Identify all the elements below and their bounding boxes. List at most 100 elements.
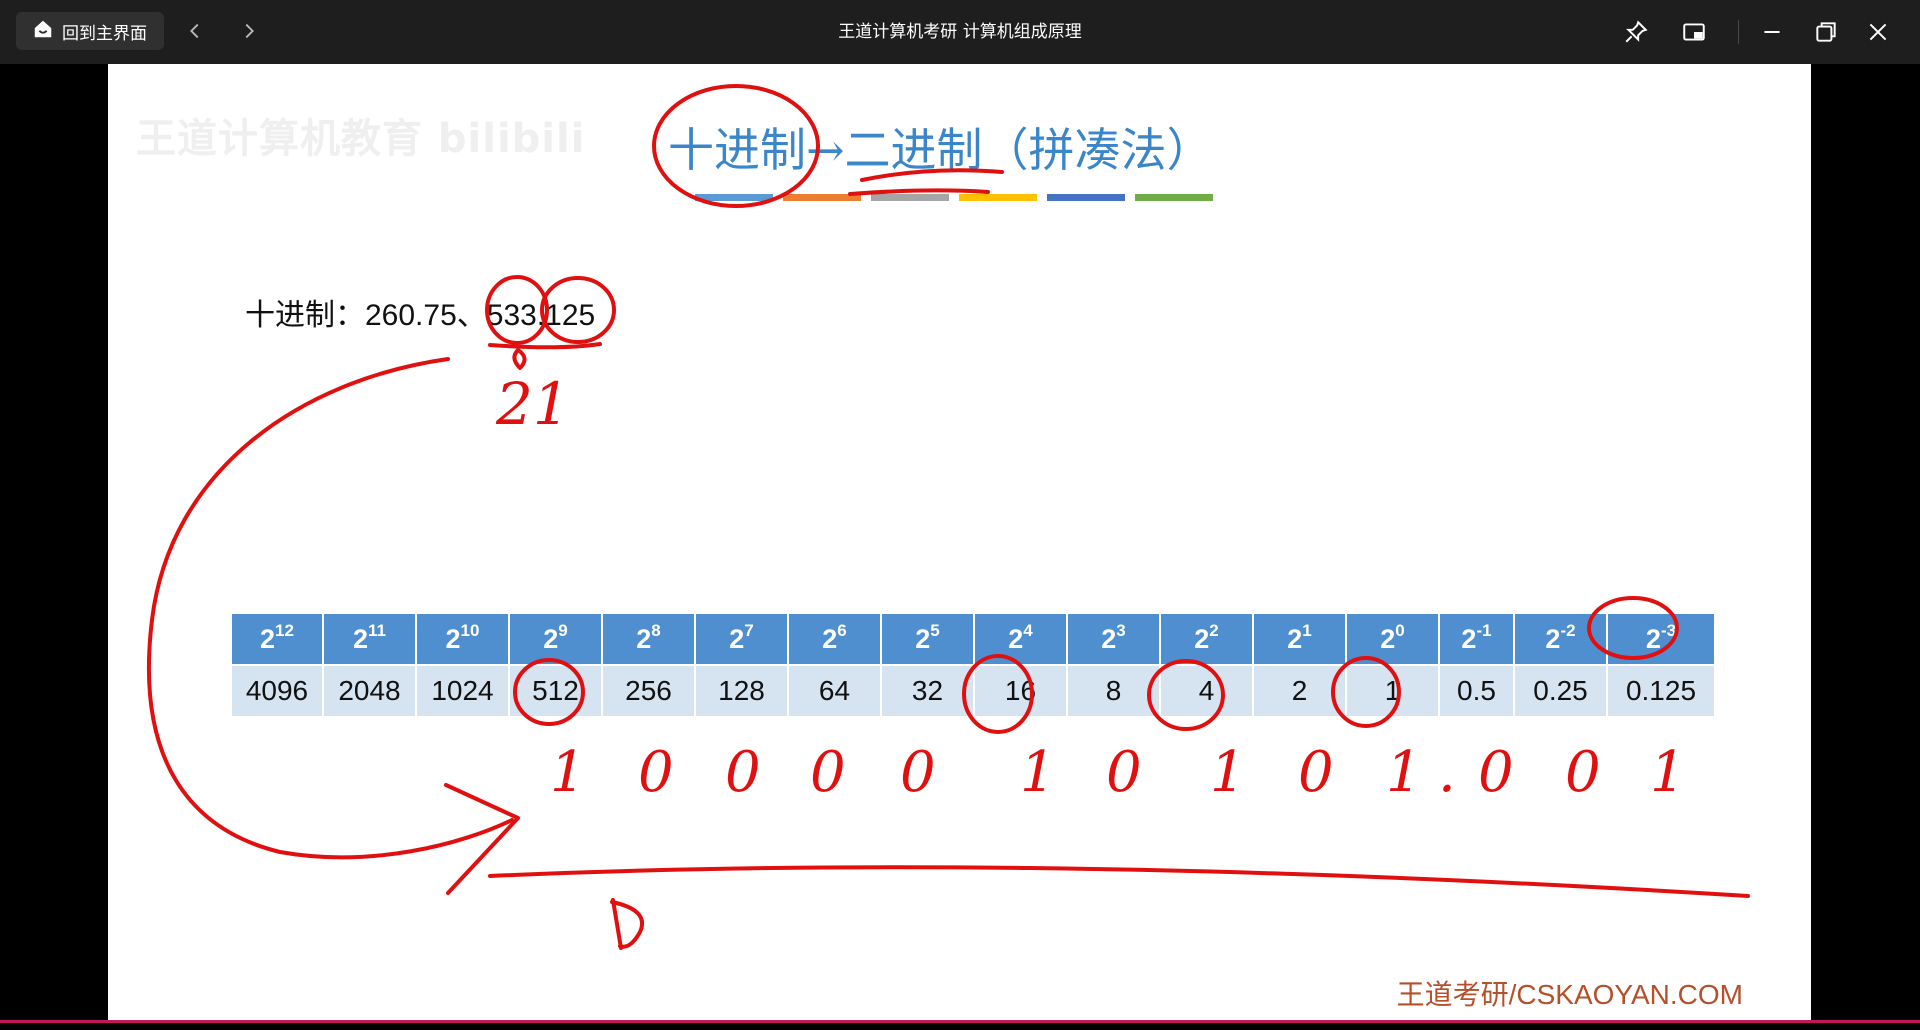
power-base: 2 — [1545, 624, 1561, 654]
restore-button[interactable] — [1808, 14, 1844, 50]
power-exponent: -3 — [1660, 621, 1677, 640]
power-value-cell: 0.5 — [1439, 665, 1515, 718]
power-exponent: 10 — [460, 621, 480, 640]
binary-digit: 1 — [550, 740, 586, 805]
back-button[interactable] — [180, 16, 210, 46]
power-value-cell: 0.125 — [1607, 665, 1716, 718]
power-header-cell: 22 — [1160, 614, 1254, 666]
watermark: 王道计算机教育 bilibili — [136, 116, 586, 162]
title-color-bar — [695, 194, 773, 201]
power-base: 2 — [1194, 624, 1210, 654]
picture-in-picture-icon — [1683, 23, 1705, 41]
power-header-cell: 2-3 — [1607, 614, 1716, 666]
pin-icon — [1625, 20, 1648, 43]
power-exponent: -1 — [1476, 621, 1492, 640]
power-header-cell: 24 — [974, 614, 1068, 666]
power-exponent: 12 — [275, 621, 294, 640]
power-exponent: 11 — [368, 621, 386, 640]
brand-text: 王道考研/CSKAOYAN.COM — [1396, 979, 1743, 1010]
pin-button[interactable] — [1618, 14, 1654, 50]
power-exponent: 1 — [1302, 621, 1312, 640]
binary-digit: 0 — [900, 740, 936, 805]
power-value-cell: 64 — [788, 665, 882, 718]
power-header-cell: 25 — [881, 614, 975, 666]
power-header-cell: 21 — [1253, 614, 1347, 666]
power-exponent: 3 — [1116, 621, 1126, 640]
forward-button[interactable] — [234, 16, 264, 46]
power-exponent: 2 — [1209, 621, 1219, 640]
power-base: 2 — [636, 624, 652, 654]
home-button[interactable]: 回到主界面 — [16, 12, 164, 50]
power-exponent: 7 — [744, 621, 754, 640]
title-color-bar — [959, 194, 1037, 201]
power-exponent: 5 — [930, 621, 940, 640]
power-header-cell: 210 — [416, 614, 510, 666]
decimal-example: 十进制：260.75、533.125 — [245, 290, 595, 334]
power-base: 2 — [915, 624, 931, 654]
binary-digit: 1 — [1210, 740, 1246, 805]
power-value-cell: 16 — [974, 665, 1068, 718]
binary-digit: 0 — [1106, 740, 1142, 805]
power-base: 2 — [1645, 624, 1661, 654]
power-header-cell: 28 — [602, 614, 696, 666]
title-bar: 回到主界面 王道计算机考研 计算机组成原理 — [0, 0, 1920, 64]
binary-digit: . — [1438, 740, 1456, 805]
power-exponent: 8 — [651, 621, 661, 640]
power-header-cell: 2-2 — [1514, 614, 1608, 666]
power-exponent: 4 — [1023, 621, 1033, 640]
decimal-values: 260.75、533.125 — [365, 299, 596, 332]
power-base: 2 — [543, 624, 559, 654]
power-header-cell: 212 — [232, 614, 324, 666]
power-base: 2 — [729, 624, 745, 654]
binary-digit: 1 — [1020, 740, 1056, 805]
close-icon — [1869, 23, 1887, 41]
power-value-cell: 32 — [881, 665, 975, 718]
title-color-bar — [1047, 194, 1125, 201]
progress-bar[interactable] — [0, 1020, 1920, 1023]
power-header-cell: 211 — [323, 614, 417, 666]
power-value-cell: 8 — [1067, 665, 1161, 718]
power-value-cell: 2 — [1253, 665, 1347, 718]
power-base: 2 — [445, 624, 461, 654]
power-base: 2 — [1101, 624, 1117, 654]
binary-digit: 0 — [1298, 740, 1334, 805]
slide: 王道计算机教育 bilibili 十进制→二进制（拼凑法） 十进制：260.75… — [108, 64, 1811, 1021]
chevron-left-icon — [190, 23, 199, 39]
minimize-button[interactable] — [1754, 14, 1790, 50]
power-value-cell: 2048 — [323, 665, 417, 718]
minimize-icon — [1764, 31, 1780, 33]
restore-icon — [1816, 22, 1836, 42]
power-value-cell: 256 — [602, 665, 696, 718]
power-header-cell: 20 — [1346, 614, 1440, 666]
power-header-cell: 26 — [788, 614, 882, 666]
power-header-cell: 27 — [695, 614, 789, 666]
binary-digit: 0 — [725, 740, 761, 805]
binary-digit: 1 — [1386, 740, 1422, 805]
picture-in-picture-button[interactable] — [1676, 14, 1712, 50]
power-value-row: 4096 2048 1024 512 256 128 64 32 16 8 4 2 1 0.5 0.25 0.… — [232, 665, 1716, 718]
binary-digit: 0 — [638, 740, 674, 805]
power-value-cell: 4096 — [232, 665, 324, 718]
power-header-cell: 29 — [509, 614, 603, 666]
binary-digit: 0 — [810, 740, 846, 805]
note-21: 21 — [496, 370, 570, 438]
decimal-label: 十进制： — [245, 298, 365, 333]
power-exponent: -2 — [1560, 621, 1576, 640]
power-base: 2 — [822, 624, 838, 654]
power-base: 2 — [352, 624, 369, 654]
close-button[interactable] — [1860, 14, 1896, 50]
power-base: 2 — [260, 624, 276, 654]
power-base: 2 — [1287, 624, 1303, 654]
slide-title: 十进制→二进制（拼凑法） — [668, 123, 1213, 177]
power-exponent: 6 — [837, 621, 847, 640]
power-value-cell: 4 — [1160, 665, 1254, 718]
power-value-cell: 1024 — [416, 665, 510, 718]
power-exponent: 0 — [1395, 621, 1405, 640]
binary-digit: 1 — [1650, 740, 1686, 805]
power-base: 2 — [1461, 624, 1477, 654]
chevron-right-icon — [245, 23, 254, 39]
power-value-cell: 512 — [509, 665, 603, 718]
divider — [1738, 20, 1739, 44]
title-color-bar — [783, 194, 861, 201]
home-label: 回到主界面 — [62, 23, 147, 44]
